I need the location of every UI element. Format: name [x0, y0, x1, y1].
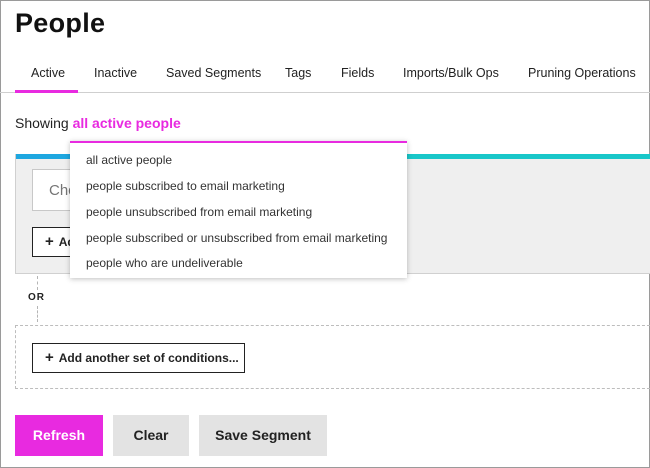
active-tab-indicator	[15, 90, 78, 93]
filter-prefix: Showing	[15, 115, 69, 131]
save-segment-button[interactable]: Save Segment	[199, 415, 327, 456]
dropdown-option[interactable]: people unsubscribed from email marketing	[86, 205, 312, 219]
clear-button[interactable]: Clear	[113, 415, 189, 456]
plus-icon: +	[45, 349, 54, 366]
tab-fields[interactable]: Fields	[341, 66, 374, 80]
plus-icon: +	[45, 233, 54, 250]
page-title: People	[15, 8, 106, 38]
tab-bar: Active Inactive Saved Segments Tags Fiel…	[0, 56, 650, 93]
dropdown-option[interactable]: people subscribed to email marketing	[86, 179, 285, 193]
or-connector-line	[37, 306, 38, 322]
filter-selector[interactable]: all active people	[73, 115, 181, 131]
tab-active[interactable]: Active	[31, 66, 65, 80]
dropdown-option[interactable]: all active people	[86, 153, 172, 167]
add-condition-set-button[interactable]: + Add another set of conditions...	[32, 343, 245, 373]
filter-dropdown-menu: all active people people subscribed to e…	[70, 141, 407, 278]
add-set-label: Add another set of conditions...	[58, 351, 239, 365]
dropdown-option[interactable]: people who are undeliverable	[86, 256, 243, 270]
tab-pruning-operations[interactable]: Pruning Operations	[528, 66, 636, 80]
tab-saved-segments[interactable]: Saved Segments	[166, 66, 261, 80]
or-connector-line	[37, 276, 38, 290]
dropdown-option[interactable]: people subscribed or unsubscribed from e…	[86, 231, 387, 245]
refresh-button[interactable]: Refresh	[15, 415, 103, 456]
condition-panel-accent-bar-start	[16, 154, 76, 159]
tab-tags[interactable]: Tags	[285, 66, 311, 80]
tab-inactive[interactable]: Inactive	[94, 66, 137, 80]
tab-imports-bulk-ops[interactable]: Imports/Bulk Ops	[403, 66, 499, 80]
filter-summary: Showing all active people	[15, 115, 181, 131]
or-label: OR	[28, 292, 45, 303]
